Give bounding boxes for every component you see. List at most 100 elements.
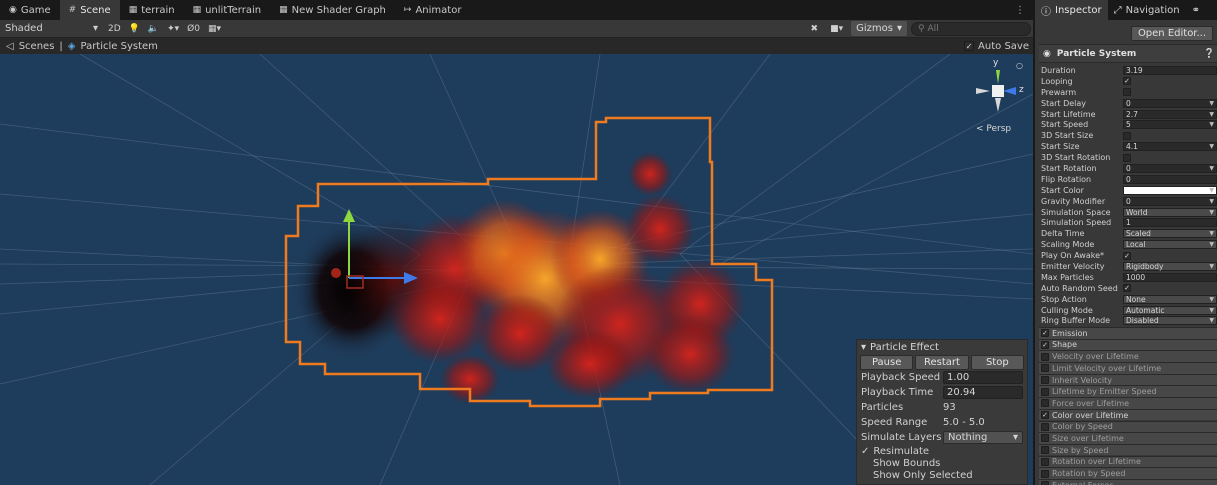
- scene-search-input[interactable]: ⚲ All: [911, 21, 1031, 36]
- module-force-over-lifetime[interactable]: Force over Lifetime: [1039, 397, 1217, 409]
- property-checkbox[interactable]: [1123, 131, 1131, 140]
- property-field[interactable]: 0: [1123, 174, 1217, 184]
- stop-button[interactable]: Stop: [970, 355, 1024, 370]
- tab-menu-icon[interactable]: ⋮: [1015, 5, 1033, 16]
- module-size-by-speed[interactable]: Size by Speed: [1039, 443, 1217, 456]
- auto-save-toggle[interactable]: ✓ Auto Save: [964, 41, 1033, 52]
- breadcrumb-root[interactable]: Scenes: [19, 41, 55, 52]
- particle-system-component-header[interactable]: ◉ Particle System ❔: [1039, 44, 1217, 63]
- module-checkbox[interactable]: [1041, 457, 1049, 466]
- gizmos-dropdown[interactable]: Gizmos ▾: [851, 21, 907, 36]
- property-field[interactable]: 4.1 ▼: [1123, 142, 1217, 152]
- module-checkbox[interactable]: [1041, 481, 1049, 485]
- draw-mode-dropdown[interactable]: Shaded ▾: [0, 23, 104, 34]
- module-checkbox[interactable]: [1041, 434, 1049, 443]
- resimulate-toggle[interactable]: ✓ Resimulate: [857, 445, 1027, 457]
- module-emission[interactable]: ✓ Emission: [1039, 327, 1217, 339]
- property-field[interactable]: 1000: [1123, 272, 1217, 282]
- module-shape[interactable]: ✓ Shape: [1039, 338, 1217, 351]
- tab-game[interactable]: ◉ Game: [0, 0, 60, 20]
- persp-toggle[interactable]: < Persp: [976, 124, 1011, 134]
- module-color-over-lifetime[interactable]: ✓ Color over Lifetime: [1039, 408, 1217, 421]
- playback-time-field[interactable]: 20.94: [943, 386, 1023, 399]
- pause-button[interactable]: Pause: [860, 355, 914, 370]
- module-checkbox[interactable]: [1041, 422, 1049, 431]
- scene-viewport[interactable]: y z ○ < Persp ▾ Particle Effect Pause Res…: [0, 54, 1033, 485]
- property-dropdown[interactable]: Automatic ▼: [1123, 305, 1217, 315]
- audio-icon[interactable]: 🔈: [144, 24, 163, 34]
- view-gizmo[interactable]: [976, 70, 1016, 112]
- property-field[interactable]: 2.7 ▼: [1123, 109, 1217, 119]
- property-checkbox[interactable]: ✓: [1123, 251, 1131, 260]
- module-checkbox[interactable]: [1041, 446, 1049, 455]
- property-field[interactable]: 0 ▼: [1123, 196, 1217, 206]
- property-value: 2.7: [1126, 109, 1138, 119]
- module-color-by-speed[interactable]: Color by Speed: [1039, 420, 1217, 433]
- module-checkbox[interactable]: [1041, 469, 1049, 478]
- tools-icon[interactable]: ✖: [807, 24, 823, 34]
- module-checkbox[interactable]: [1041, 364, 1049, 373]
- module-size-over-lifetime[interactable]: Size over Lifetime: [1039, 432, 1217, 444]
- property-dropdown[interactable]: Local ▼: [1123, 240, 1217, 250]
- tab-new-shader-graph[interactable]: ▦ New Shader Graph: [270, 0, 395, 20]
- property-dropdown[interactable]: Rigidbody ▼: [1123, 261, 1217, 271]
- show-only-selected-toggle[interactable]: Show Only Selected: [857, 469, 1027, 481]
- module-checkbox[interactable]: [1041, 352, 1049, 361]
- hidden-objects-icon[interactable]: Ø0: [183, 24, 204, 34]
- property-checkbox[interactable]: ✓: [1123, 284, 1131, 293]
- restart-button[interactable]: Restart: [915, 355, 969, 370]
- property-checkbox[interactable]: [1123, 153, 1131, 162]
- module-rotation-over-lifetime[interactable]: Rotation over Lifetime: [1039, 455, 1217, 468]
- playback-speed-field[interactable]: 1.00: [943, 371, 1023, 384]
- module-external-forces[interactable]: External Forces: [1039, 478, 1217, 485]
- particle-effect-header[interactable]: ▾ Particle Effect: [857, 340, 1027, 355]
- module-lifetime-by-emitter-speed[interactable]: Lifetime by Emitter Speed: [1039, 385, 1217, 398]
- checkmark-icon: ✓: [861, 445, 870, 457]
- property-field[interactable]: 0 ▼: [1123, 98, 1217, 108]
- module-inherit-velocity[interactable]: Inherit Velocity: [1039, 373, 1217, 386]
- toggle-2d-button[interactable]: 2D: [104, 24, 125, 34]
- show-bounds-toggle[interactable]: Show Bounds: [857, 457, 1027, 469]
- help-icon[interactable]: ❔: [1204, 49, 1217, 59]
- inspector-lock-icon[interactable]: ⚭: [1186, 0, 1206, 20]
- tab-animator[interactable]: ↦ Animator: [395, 0, 471, 20]
- checkbox-checked[interactable]: ✓: [964, 41, 975, 51]
- tab-terrain[interactable]: ▦ terrain: [120, 0, 184, 20]
- property-field[interactable]: 0 ▼: [1123, 163, 1217, 173]
- property-field[interactable]: 5 ▼: [1123, 120, 1217, 130]
- effects-icon[interactable]: ✦▾: [163, 24, 183, 34]
- module-limit-velocity-over-lifetime[interactable]: Limit Velocity over Lifetime: [1039, 362, 1217, 374]
- tab-scene[interactable]: # Scene: [59, 0, 120, 20]
- module-checkbox[interactable]: ✓: [1041, 340, 1049, 349]
- property-dropdown[interactable]: Disabled ▼: [1123, 316, 1217, 326]
- property-label: Start Color: [1041, 185, 1084, 195]
- property-row-duration: Duration 3.19: [1039, 65, 1217, 76]
- property-dropdown[interactable]: Scaled ▼: [1123, 229, 1217, 239]
- lighting-icon[interactable]: 💡: [125, 24, 144, 34]
- property-dropdown[interactable]: World ▼: [1123, 207, 1217, 217]
- property-field[interactable]: 1: [1123, 218, 1217, 228]
- tab-unlit-terrain[interactable]: ▦ unlitTerrain: [184, 0, 271, 20]
- property-dropdown[interactable]: None ▼: [1123, 294, 1217, 304]
- property-row-start-lifetime: Start Lifetime 2.7 ▼: [1039, 109, 1217, 120]
- module-rotation-by-speed[interactable]: Rotation by Speed: [1039, 467, 1217, 479]
- module-checkbox[interactable]: ✓: [1041, 411, 1049, 420]
- camera-icon[interactable]: ■▾: [826, 24, 847, 34]
- module-checkbox[interactable]: [1041, 399, 1049, 408]
- module-checkbox[interactable]: [1041, 376, 1049, 385]
- lock-icon[interactable]: ○: [1016, 61, 1023, 70]
- tab-navigation[interactable]: ⤢ Navigation: [1108, 0, 1186, 20]
- simulate-layers-dropdown[interactable]: Nothing ▾: [943, 431, 1023, 444]
- property-label: Culling Mode: [1041, 305, 1093, 315]
- grid-toggle-icon[interactable]: ▦▾: [204, 24, 225, 34]
- open-editor-button[interactable]: Open Editor...: [1131, 26, 1213, 41]
- property-field[interactable]: 3.19: [1123, 65, 1217, 75]
- back-arrow-icon[interactable]: ◁: [6, 41, 14, 52]
- module-checkbox[interactable]: [1041, 387, 1049, 396]
- tab-inspector[interactable]: ⓘ Inspector: [1035, 0, 1108, 20]
- property-checkbox[interactable]: ✓: [1123, 77, 1131, 86]
- module-checkbox[interactable]: ✓: [1041, 329, 1049, 338]
- module-velocity-over-lifetime[interactable]: Velocity over Lifetime: [1039, 350, 1217, 362]
- color-swatch[interactable]: ▼: [1123, 185, 1217, 195]
- property-checkbox[interactable]: [1123, 88, 1131, 97]
